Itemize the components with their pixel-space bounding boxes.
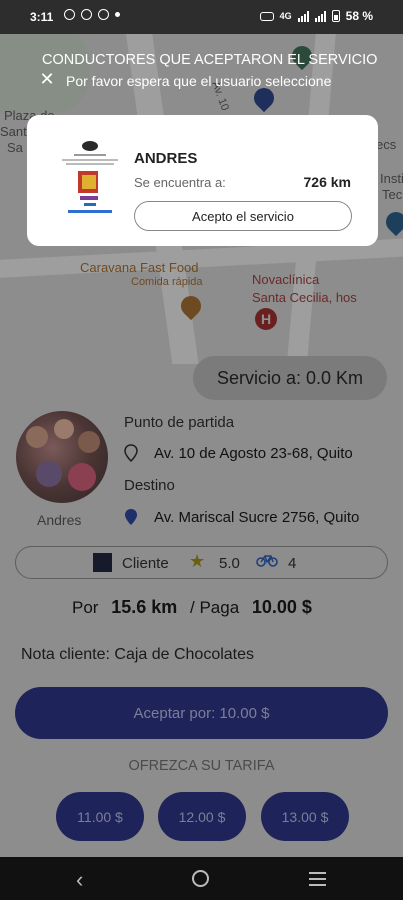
per-label: Por xyxy=(72,598,99,617)
map-label-caravana: Caravana Fast Food xyxy=(80,260,199,275)
hotspot-icon xyxy=(259,11,274,21)
back-icon[interactable]: ‹ xyxy=(76,867,83,893)
trip-price: 10.00 $ xyxy=(251,597,312,617)
signal-icon-2 xyxy=(314,10,326,22)
battery-level: 58 % xyxy=(345,9,373,23)
map-label-tec: Tec xyxy=(382,187,403,202)
driver-distance-label: Se encuentra a: xyxy=(134,175,226,190)
star-icon: ★ xyxy=(189,551,206,571)
client-rides: 4 xyxy=(288,555,297,572)
trip-summary: Por 15.6 km / Paga 10.00 $ xyxy=(72,597,312,618)
banner-subtitle: Por favor espera que el usuario seleccio… xyxy=(66,73,332,89)
driver-name: ANDRES xyxy=(134,150,198,167)
map-label-insti: Insti xyxy=(380,171,403,186)
location-icon xyxy=(81,9,92,20)
client-icon xyxy=(93,553,112,572)
hospital-pin-icon[interactable]: H xyxy=(255,308,277,330)
client-label: Cliente xyxy=(122,555,169,572)
map-label-santa-cecilia: Santa Cecilia, hos xyxy=(252,290,357,305)
banner-title: CONDUCTORES QUE ACEPTARON EL SERVICIO xyxy=(42,52,378,68)
driver-offer-card: ANDRES Se encuentra a: 726 km Acepto el … xyxy=(27,115,378,246)
trip-km: 15.6 km xyxy=(111,597,178,617)
status-bar: 3:11 4G 58 % xyxy=(0,0,403,34)
notification-icons xyxy=(64,9,120,20)
recents-icon[interactable] xyxy=(309,872,326,890)
bike-icon xyxy=(256,553,278,571)
client-rating: 5.0 xyxy=(219,555,240,572)
passenger-name: Andres xyxy=(37,512,82,528)
whatsapp-icon xyxy=(64,9,75,20)
passenger-avatar xyxy=(16,411,108,503)
pickup-pin-icon xyxy=(124,444,138,465)
pay-label: / Paga xyxy=(190,598,240,617)
close-icon[interactable]: ✕ xyxy=(37,69,57,89)
map-label-sa: Sa xyxy=(7,140,23,155)
accept-driver-button[interactable]: Acepto el servicio xyxy=(134,201,352,231)
destination-pin-icon xyxy=(124,508,138,529)
client-note: Nota cliente: Caja de Chocolates xyxy=(21,646,255,663)
destination-label: Destino xyxy=(124,477,175,494)
system-icons: 4G 58 % xyxy=(259,9,373,23)
fare-option-button[interactable]: 12.00 $ xyxy=(158,792,246,841)
signal-icon xyxy=(297,10,309,22)
driver-logo xyxy=(50,138,130,224)
messages-icon xyxy=(98,9,109,20)
accept-price-button[interactable]: Aceptar por: 10.00 $ xyxy=(15,687,388,739)
system-nav-bar: ‹ xyxy=(0,857,403,900)
service-distance-pill: Servicio a: 0.0 Km xyxy=(193,356,387,400)
map-label-novaclinica: Novaclínica xyxy=(252,272,320,287)
destination-address: Av. Mariscal Sucre 2756, Quito xyxy=(154,509,360,526)
status-time: 3:11 xyxy=(30,10,54,24)
driver-distance: 726 km xyxy=(303,174,351,190)
map-label-ecs: ecs xyxy=(376,137,397,152)
pickup-label: Punto de partida xyxy=(124,414,235,431)
map-label-comida: Comida rápida xyxy=(131,276,203,288)
client-info-pill: Cliente ★ 5.0 4 xyxy=(15,546,388,579)
battery-icon xyxy=(331,10,340,22)
offer-fare-title: OFREZCA SU TARIFA xyxy=(128,758,275,774)
fare-option-button[interactable]: 11.00 $ xyxy=(56,792,144,841)
pickup-address: Av. 10 de Agosto 23-68, Quito xyxy=(154,445,353,462)
network-type: 4G xyxy=(279,11,292,21)
map-pin-icon[interactable] xyxy=(381,207,403,237)
home-icon[interactable] xyxy=(192,870,209,887)
fare-option-button[interactable]: 13.00 $ xyxy=(261,792,349,841)
dot-icon xyxy=(115,12,120,17)
